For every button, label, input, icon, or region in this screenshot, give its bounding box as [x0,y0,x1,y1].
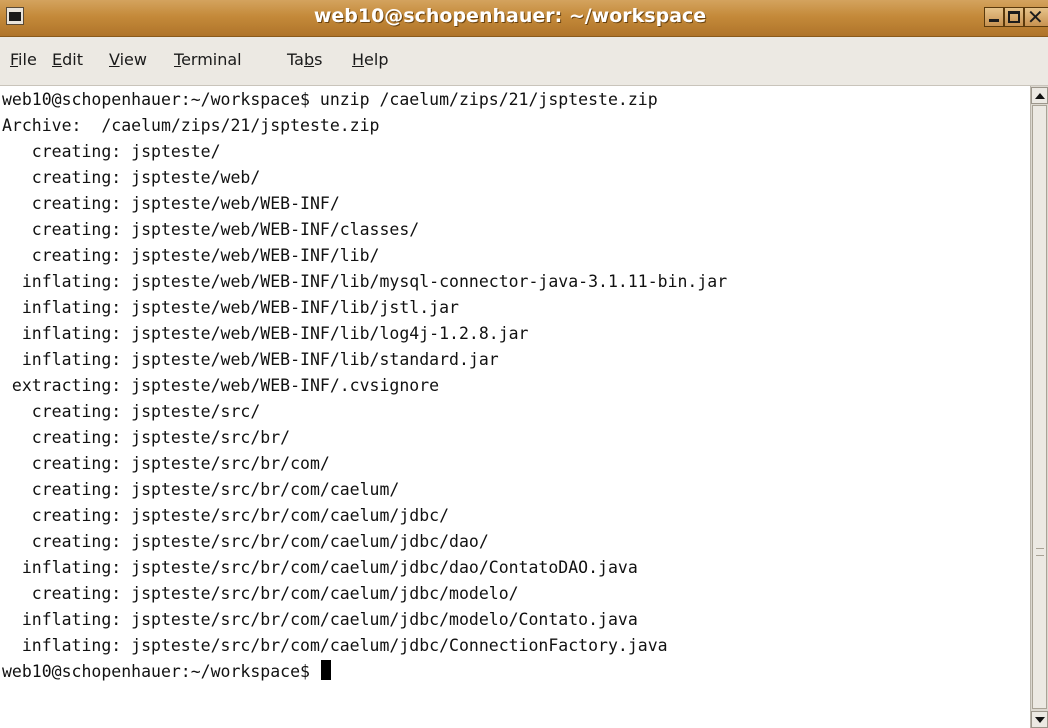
terminal-line: creating: jspteste/web/WEB-INF/lib/ [2,246,380,265]
terminal-line: inflating: jspteste/web/WEB-INF/lib/log4… [2,324,529,343]
menu-terminal[interactable]: Terminal [174,50,242,69]
terminal-line: inflating: jspteste/src/br/com/caelum/jd… [2,558,638,577]
terminal-line: inflating: jspteste/web/WEB-INF/lib/jstl… [2,298,459,317]
menu-file[interactable]: File [10,50,37,69]
terminal-app-icon[interactable] [6,7,24,25]
terminal-line: creating: jspteste/src/br/com/ [2,454,330,473]
shell-prompt: web10@schopenhauer:~/workspace$ [2,662,320,681]
terminal-line: inflating: jspteste/src/br/com/caelum/jd… [2,636,668,655]
terminal-line: creating: jspteste/web/ [2,168,261,187]
terminal-line: extracting: jspteste/web/WEB-INF/.cvsign… [2,376,440,395]
menu-help[interactable]: Help [352,50,388,69]
maximize-button[interactable] [1004,7,1024,27]
menu-view[interactable]: View [109,50,147,69]
terminal-line: creating: jspteste/src/br/ [2,428,291,447]
menu-bar: File Edit View Terminal Tabs Help [0,37,1048,86]
terminal-line: inflating: jspteste/web/WEB-INF/lib/mysq… [2,272,728,291]
title-bar[interactable]: web10@schopenhauer: ~/workspace ✕ [0,0,1048,37]
scrollbar-thumb[interactable] [1032,105,1047,709]
minimize-button[interactable] [984,7,1004,27]
vertical-scrollbar[interactable] [1030,86,1048,728]
terminal-area[interactable]: web10@schopenhauer:~/workspace$ unzip /c… [0,86,1030,728]
terminal-line: creating: jspteste/web/WEB-INF/ [2,194,340,213]
terminal-line: creating: jspteste/src/br/com/caelum/ [2,480,400,499]
terminal-window: web10@schopenhauer: ~/workspace ✕ File E… [0,0,1048,728]
menu-tabs[interactable]: Tabs [287,50,322,69]
maximize-icon [1008,11,1020,23]
terminal-line: Archive: /caelum/zips/21/jspteste.zip [2,116,380,135]
window-title: web10@schopenhauer: ~/workspace [313,5,707,27]
terminal-line: inflating: jspteste/src/br/com/caelum/jd… [2,610,638,629]
terminal-line: creating: jspteste/src/br/com/caelum/jdb… [2,506,450,525]
text-cursor [320,660,331,680]
prompt-line[interactable]: web10@schopenhauer:~/workspace$ [2,659,727,685]
scrollbar-grip-icon [1036,548,1044,556]
terminal-line: inflating: jspteste/web/WEB-INF/lib/stan… [2,350,499,369]
terminal-line: creating: jspteste/src/br/com/caelum/jdb… [2,584,519,603]
menu-edit[interactable]: Edit [52,50,83,69]
scroll-down-button[interactable] [1031,711,1048,728]
terminal-line: creating: jspteste/ [2,142,221,161]
terminal-line: creating: jspteste/src/br/com/caelum/jdb… [2,532,489,551]
scroll-up-button[interactable] [1031,87,1048,104]
terminal-line: creating: jspteste/src/ [2,402,261,421]
close-icon: ✕ [1027,5,1044,29]
terminal-line: creating: jspteste/web/WEB-INF/classes/ [2,220,420,239]
close-button[interactable]: ✕ [1024,5,1048,29]
terminal-output: web10@schopenhauer:~/workspace$ unzip /c… [2,87,727,685]
minimize-icon [989,19,999,22]
terminal-line: web10@schopenhauer:~/workspace$ unzip /c… [2,90,658,109]
